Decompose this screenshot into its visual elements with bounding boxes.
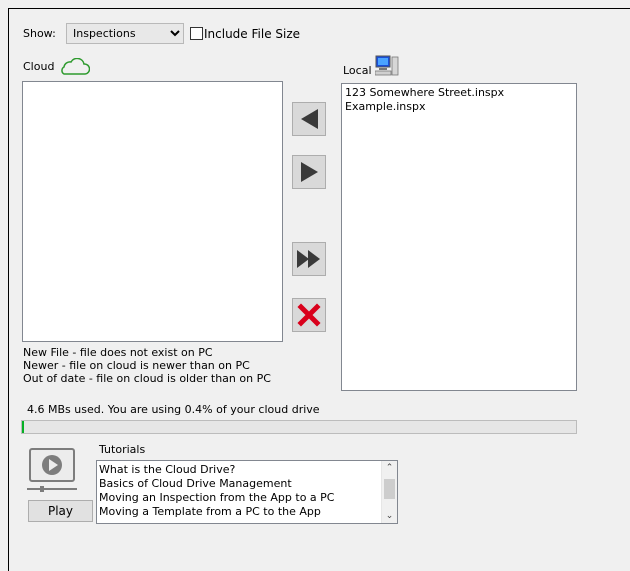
list-item[interactable]: Example.inspx bbox=[342, 100, 576, 114]
cloud-label: Cloud bbox=[23, 60, 55, 73]
double-arrow-right-icon bbox=[297, 250, 320, 268]
arrow-left-icon bbox=[301, 109, 318, 129]
move-to-local-button[interactable] bbox=[292, 155, 326, 189]
local-file-list[interactable]: 123 Somewhere Street.inspx Example.inspx bbox=[341, 83, 577, 391]
list-item[interactable]: 123 Somewhere Street.inspx bbox=[342, 86, 576, 100]
status-legend: New File - file does not exist on PC New… bbox=[23, 346, 271, 385]
local-label: Local bbox=[343, 64, 372, 77]
cloud-file-list[interactable] bbox=[22, 81, 283, 342]
video-player-icon bbox=[27, 447, 77, 502]
legend-out-of-date: Out of date - file on cloud is older tha… bbox=[23, 372, 271, 385]
list-item[interactable]: Moving a Template from a PC to the App bbox=[97, 505, 397, 519]
tutorials-label: Tutorials bbox=[99, 443, 146, 456]
move-to-cloud-button[interactable] bbox=[292, 102, 326, 136]
tutorials-list[interactable]: What is the Cloud Drive? Basics of Cloud… bbox=[96, 460, 398, 524]
include-file-size-checkbox[interactable] bbox=[190, 27, 203, 40]
cloud-icon bbox=[58, 57, 91, 79]
tutorials-scrollbar[interactable]: ⌃ ⌄ bbox=[381, 461, 397, 523]
legend-new: New File - file does not exist on PC bbox=[23, 346, 213, 359]
list-item[interactable]: Moving an Inspection from the App to a P… bbox=[97, 491, 397, 505]
include-file-size-label: Include File Size bbox=[204, 27, 301, 41]
show-label: Show: bbox=[23, 27, 56, 40]
show-select[interactable]: Inspections bbox=[66, 23, 184, 44]
legend-newer: Newer - file on cloud is newer than on P… bbox=[23, 359, 250, 372]
usage-text: 4.6 MBs used. You are using 0.4% of your… bbox=[27, 403, 320, 416]
computer-icon bbox=[374, 55, 399, 80]
red-x-icon bbox=[297, 303, 321, 327]
scroll-down-icon[interactable]: ⌄ bbox=[382, 511, 397, 521]
arrow-right-icon bbox=[301, 162, 318, 182]
list-item[interactable]: What is the Cloud Drive? bbox=[97, 463, 397, 477]
scroll-thumb[interactable] bbox=[384, 479, 395, 499]
scroll-up-icon[interactable]: ⌃ bbox=[382, 463, 397, 473]
list-item[interactable]: Basics of Cloud Drive Management bbox=[97, 477, 397, 491]
usage-progress-fill bbox=[22, 421, 25, 433]
delete-button[interactable] bbox=[292, 298, 326, 332]
usage-progress-bar bbox=[21, 420, 577, 434]
play-button[interactable]: Play bbox=[28, 500, 93, 522]
sync-all-button[interactable] bbox=[292, 242, 326, 276]
